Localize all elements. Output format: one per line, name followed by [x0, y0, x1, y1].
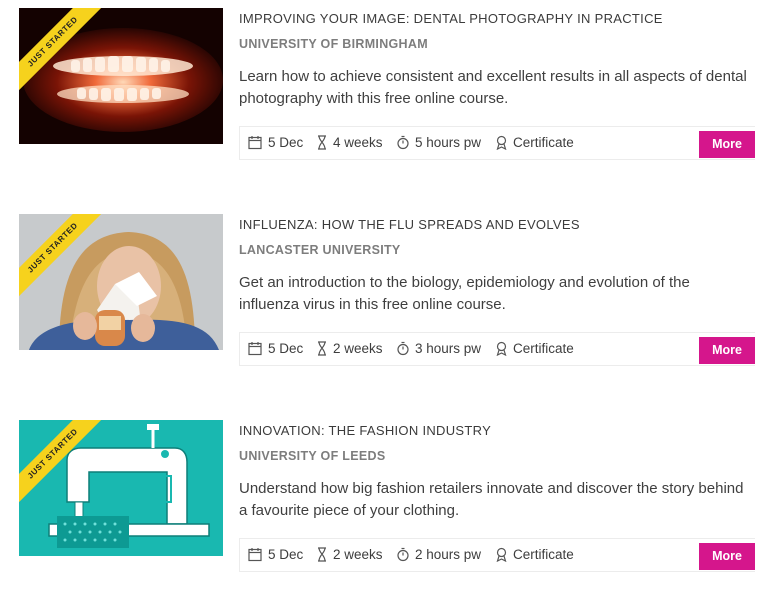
course-meta-bar: 5 Dec 2 weeks 2 hours pw Certificate Mor… — [239, 538, 755, 572]
course-thumbnail-teeth[interactable]: Just started — [19, 8, 223, 144]
start-date: 5 Dec — [248, 341, 303, 356]
woman-sneezing-image — [19, 214, 223, 350]
course-thumbnail-flu[interactable]: Just started — [19, 214, 223, 350]
more-button[interactable]: More — [699, 131, 755, 158]
effort: 2 hours pw — [397, 547, 481, 562]
hourglass-icon — [318, 135, 326, 150]
duration-text: 2 weeks — [333, 341, 383, 356]
certificate-ribbon-icon — [496, 341, 507, 356]
calendar-icon — [248, 136, 262, 150]
course-title[interactable]: INNOVATION: THE FASHION INDUSTRY — [239, 423, 491, 438]
start-date: 5 Dec — [248, 547, 303, 562]
course-university[interactable]: LANCASTER UNIVERSITY — [239, 243, 401, 257]
start-date-text: 5 Dec — [268, 135, 304, 150]
duration: 2 weeks — [317, 341, 383, 356]
certificate: Certificate — [496, 341, 574, 356]
certificate-text: Certificate — [513, 135, 574, 150]
hourglass-icon — [318, 341, 326, 356]
effort: 5 hours pw — [397, 135, 481, 150]
certificate-ribbon-icon — [496, 135, 507, 150]
certificate-text: Certificate — [513, 547, 574, 562]
start-date-text: 5 Dec — [268, 547, 304, 562]
course-title[interactable]: INFLUENZA: HOW THE FLU SPREADS AND EVOLV… — [239, 217, 580, 232]
duration-text: 2 weeks — [333, 547, 383, 562]
duration: 4 weeks — [317, 135, 383, 150]
certificate: Certificate — [496, 547, 574, 562]
course-description: Learn how to achieve consistent and exce… — [239, 68, 747, 107]
start-date: 5 Dec — [248, 135, 303, 150]
sewing-machine-image — [19, 420, 223, 556]
stopwatch-icon — [397, 135, 409, 150]
course-card: Just started IMPROVING YOUR IMAGE: DENTA… — [0, 8, 767, 180]
effort: 3 hours pw — [397, 341, 481, 356]
course-university[interactable]: UNIVERSITY OF BIRMINGHAM — [239, 37, 428, 51]
course-university[interactable]: UNIVERSITY OF LEEDS — [239, 449, 385, 463]
course-title[interactable]: IMPROVING YOUR IMAGE: DENTAL PHOTOGRAPHY… — [239, 11, 663, 26]
certificate-text: Certificate — [513, 341, 574, 356]
course-meta-bar: 5 Dec 4 weeks 5 hours pw Certificate Mor… — [239, 126, 755, 160]
duration-text: 4 weeks — [333, 135, 383, 150]
course-card: Just started INFLUENZA: HOW THE FLU SPRE… — [0, 214, 767, 386]
course-description: Understand how big fashion retailers inn… — [239, 480, 744, 519]
certificate: Certificate — [496, 135, 574, 150]
calendar-icon — [248, 342, 262, 356]
teeth-xray-image — [19, 8, 223, 144]
course-card: Just started INNOVATION: THE FASHION IND… — [0, 420, 767, 592]
course-description: Get an introduction to the biology, epid… — [239, 274, 690, 313]
more-button[interactable]: More — [699, 337, 755, 364]
effort-text: 3 hours pw — [415, 341, 482, 356]
stopwatch-icon — [397, 341, 409, 356]
stopwatch-icon — [397, 547, 409, 562]
start-date-text: 5 Dec — [268, 341, 304, 356]
hourglass-icon — [318, 547, 326, 562]
course-thumbnail-fashion[interactable]: Just started — [19, 420, 223, 556]
effort-text: 2 hours pw — [415, 547, 482, 562]
effort-text: 5 hours pw — [415, 135, 482, 150]
certificate-ribbon-icon — [496, 547, 507, 562]
more-button[interactable]: More — [699, 543, 755, 570]
course-meta-bar: 5 Dec 2 weeks 3 hours pw Certificate Mor… — [239, 332, 755, 366]
duration: 2 weeks — [317, 547, 383, 562]
calendar-icon — [248, 548, 262, 562]
